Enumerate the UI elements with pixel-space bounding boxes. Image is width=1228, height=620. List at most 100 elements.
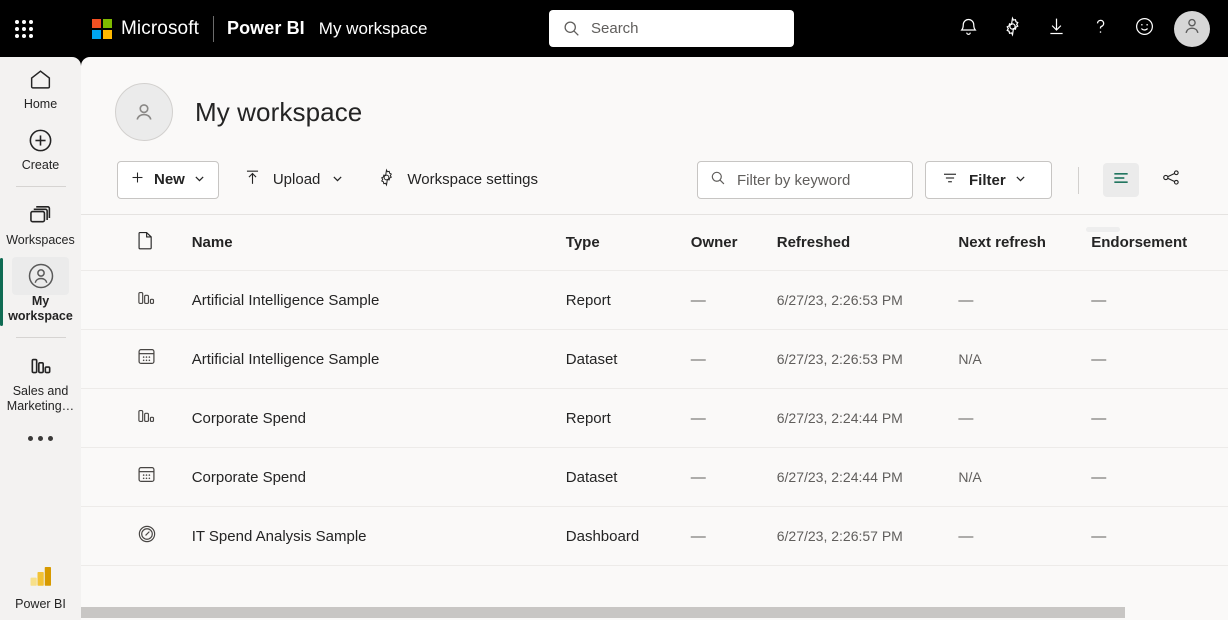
row-type: Dashboard: [566, 528, 691, 545]
table-horizontal-scrollbar-hint[interactable]: [1086, 227, 1120, 232]
report-icon: [137, 407, 157, 430]
download-button[interactable]: [1034, 7, 1078, 51]
row-type: Report: [566, 292, 691, 309]
horizontal-scrollbar-thumb[interactable]: [81, 607, 1125, 618]
smiley-icon: [1134, 16, 1155, 42]
filter-button[interactable]: Filter: [925, 161, 1052, 199]
lineage-view-button[interactable]: [1153, 163, 1189, 197]
upload-button[interactable]: Upload: [233, 161, 354, 199]
row-owner: —: [691, 351, 777, 368]
dataset-icon: [137, 465, 156, 489]
row-endorsement: —: [1091, 351, 1228, 368]
app-launcher-button[interactable]: [0, 0, 48, 57]
microsoft-label: Microsoft: [121, 18, 199, 40]
new-button[interactable]: New: [117, 161, 219, 199]
help-button[interactable]: [1078, 7, 1122, 51]
sidebar-item-sales-and-marketing[interactable]: Sales and Marketing…: [0, 344, 81, 420]
list-view-button[interactable]: [1103, 163, 1139, 197]
sidebar-item-workspaces[interactable]: Workspaces: [0, 193, 81, 254]
row-name[interactable]: Artificial Intelligence Sample: [192, 292, 566, 309]
table-row[interactable]: IT Spend Analysis Sample Dashboard — 6/2…: [81, 507, 1228, 566]
column-header-refreshed[interactable]: Refreshed: [777, 234, 959, 251]
top-navigation-bar: Microsoft Power BI My workspace Search: [0, 0, 1228, 57]
row-endorsement: —: [1091, 528, 1228, 545]
table-row[interactable]: Corporate Spend Dataset — 6/27/23, 2:24:…: [81, 448, 1228, 507]
sidebar-item-create-label: Create: [22, 158, 60, 173]
command-bar-divider: [1078, 167, 1079, 194]
header-divider: [213, 16, 214, 42]
account-button[interactable]: [1174, 11, 1210, 47]
notifications-button[interactable]: [946, 7, 990, 51]
row-type-icon-cell: [81, 465, 192, 489]
list-view-icon: [1111, 168, 1131, 193]
row-type-icon-cell: [81, 524, 192, 549]
table-row[interactable]: Artificial Intelligence Sample Dataset —…: [81, 330, 1228, 389]
column-header-name[interactable]: Name: [192, 234, 566, 251]
column-header-type[interactable]: Type: [566, 234, 691, 251]
header-workspace-label[interactable]: My workspace: [319, 19, 428, 39]
gear-icon: [1002, 16, 1023, 42]
column-header-endorsement[interactable]: Endorsement: [1091, 234, 1228, 251]
account-avatar-icon: [1181, 15, 1203, 42]
sidebar-item-my-workspace[interactable]: My workspace: [0, 254, 81, 330]
column-header-next-refresh[interactable]: Next refresh: [958, 234, 1091, 251]
column-header-icon[interactable]: [81, 231, 192, 255]
row-next-refresh: —: [958, 410, 1091, 427]
filter-by-keyword-input[interactable]: Filter by keyword: [697, 161, 913, 199]
person-circle-icon: [26, 261, 56, 291]
row-endorsement: —: [1091, 469, 1228, 486]
sidebar-more-button[interactable]: [0, 420, 81, 451]
plus-circle-icon: [27, 125, 54, 155]
row-type-icon-cell: [81, 407, 192, 430]
sidebar-divider-1: [16, 186, 66, 187]
table-row[interactable]: Corporate Spend Report — 6/27/23, 2:24:4…: [81, 389, 1228, 448]
filter-button-label: Filter: [969, 172, 1006, 189]
lineage-view-icon: [1161, 167, 1182, 193]
workspace-command-bar: New Upload Workspace settings: [81, 145, 1228, 215]
row-owner: —: [691, 469, 777, 486]
chevron-down-icon: [1015, 171, 1026, 189]
app-shell: Home Create Workspaces My workspace: [0, 57, 1228, 620]
row-next-refresh: —: [958, 292, 1091, 309]
left-navigation-pane: Home Create Workspaces My workspace: [0, 57, 81, 620]
sidebar-item-workspaces-label: Workspaces: [6, 233, 75, 248]
workspace-header: My workspace: [81, 57, 1228, 145]
upload-icon: [243, 168, 262, 192]
row-type: Dataset: [566, 469, 691, 486]
power-bi-home-link[interactable]: Power BI: [0, 562, 81, 612]
column-header-owner[interactable]: Owner: [691, 234, 777, 251]
row-name[interactable]: IT Spend Analysis Sample: [192, 528, 566, 545]
row-type-icon-cell: [81, 289, 192, 312]
workspace-person-icon: [115, 83, 173, 141]
horizontal-scrollbar[interactable]: [81, 605, 1228, 620]
row-owner: —: [691, 528, 777, 545]
question-mark-icon: [1090, 16, 1111, 42]
dashboard-icon: [137, 524, 157, 549]
upload-button-label: Upload: [273, 171, 321, 188]
workspaces-icon: [27, 200, 54, 230]
product-name-link[interactable]: Power BI: [227, 18, 305, 39]
row-refreshed: 6/27/23, 2:24:44 PM: [777, 410, 959, 426]
workspace-settings-button[interactable]: Workspace settings: [367, 161, 548, 199]
sidebar-item-home[interactable]: Home: [0, 57, 81, 118]
microsoft-logo-icon: [92, 19, 112, 39]
plus-icon: [129, 169, 146, 191]
global-search-input[interactable]: Search: [549, 10, 794, 47]
row-endorsement: —: [1091, 410, 1228, 427]
power-bi-logo-icon: [26, 562, 56, 592]
table-row[interactable]: Artificial Intelligence Sample Report — …: [81, 271, 1228, 330]
row-name[interactable]: Corporate Spend: [192, 469, 566, 486]
page-title: My workspace: [195, 97, 362, 128]
workspace-content-panel: My workspace New Upload: [81, 57, 1228, 620]
sidebar-item-sales-and-marketing-label: Sales and Marketing…: [3, 384, 78, 414]
sidebar-divider-2: [16, 337, 66, 338]
chevron-down-icon: [194, 171, 205, 189]
row-name[interactable]: Artificial Intelligence Sample: [192, 351, 566, 368]
microsoft-logo-link[interactable]: Microsoft: [92, 18, 199, 40]
sidebar-item-create[interactable]: Create: [0, 118, 81, 179]
row-next-refresh: —: [958, 528, 1091, 545]
feedback-button[interactable]: [1122, 7, 1166, 51]
settings-button[interactable]: [990, 7, 1034, 51]
row-name[interactable]: Corporate Spend: [192, 410, 566, 427]
row-refreshed: 6/27/23, 2:26:53 PM: [777, 292, 959, 308]
